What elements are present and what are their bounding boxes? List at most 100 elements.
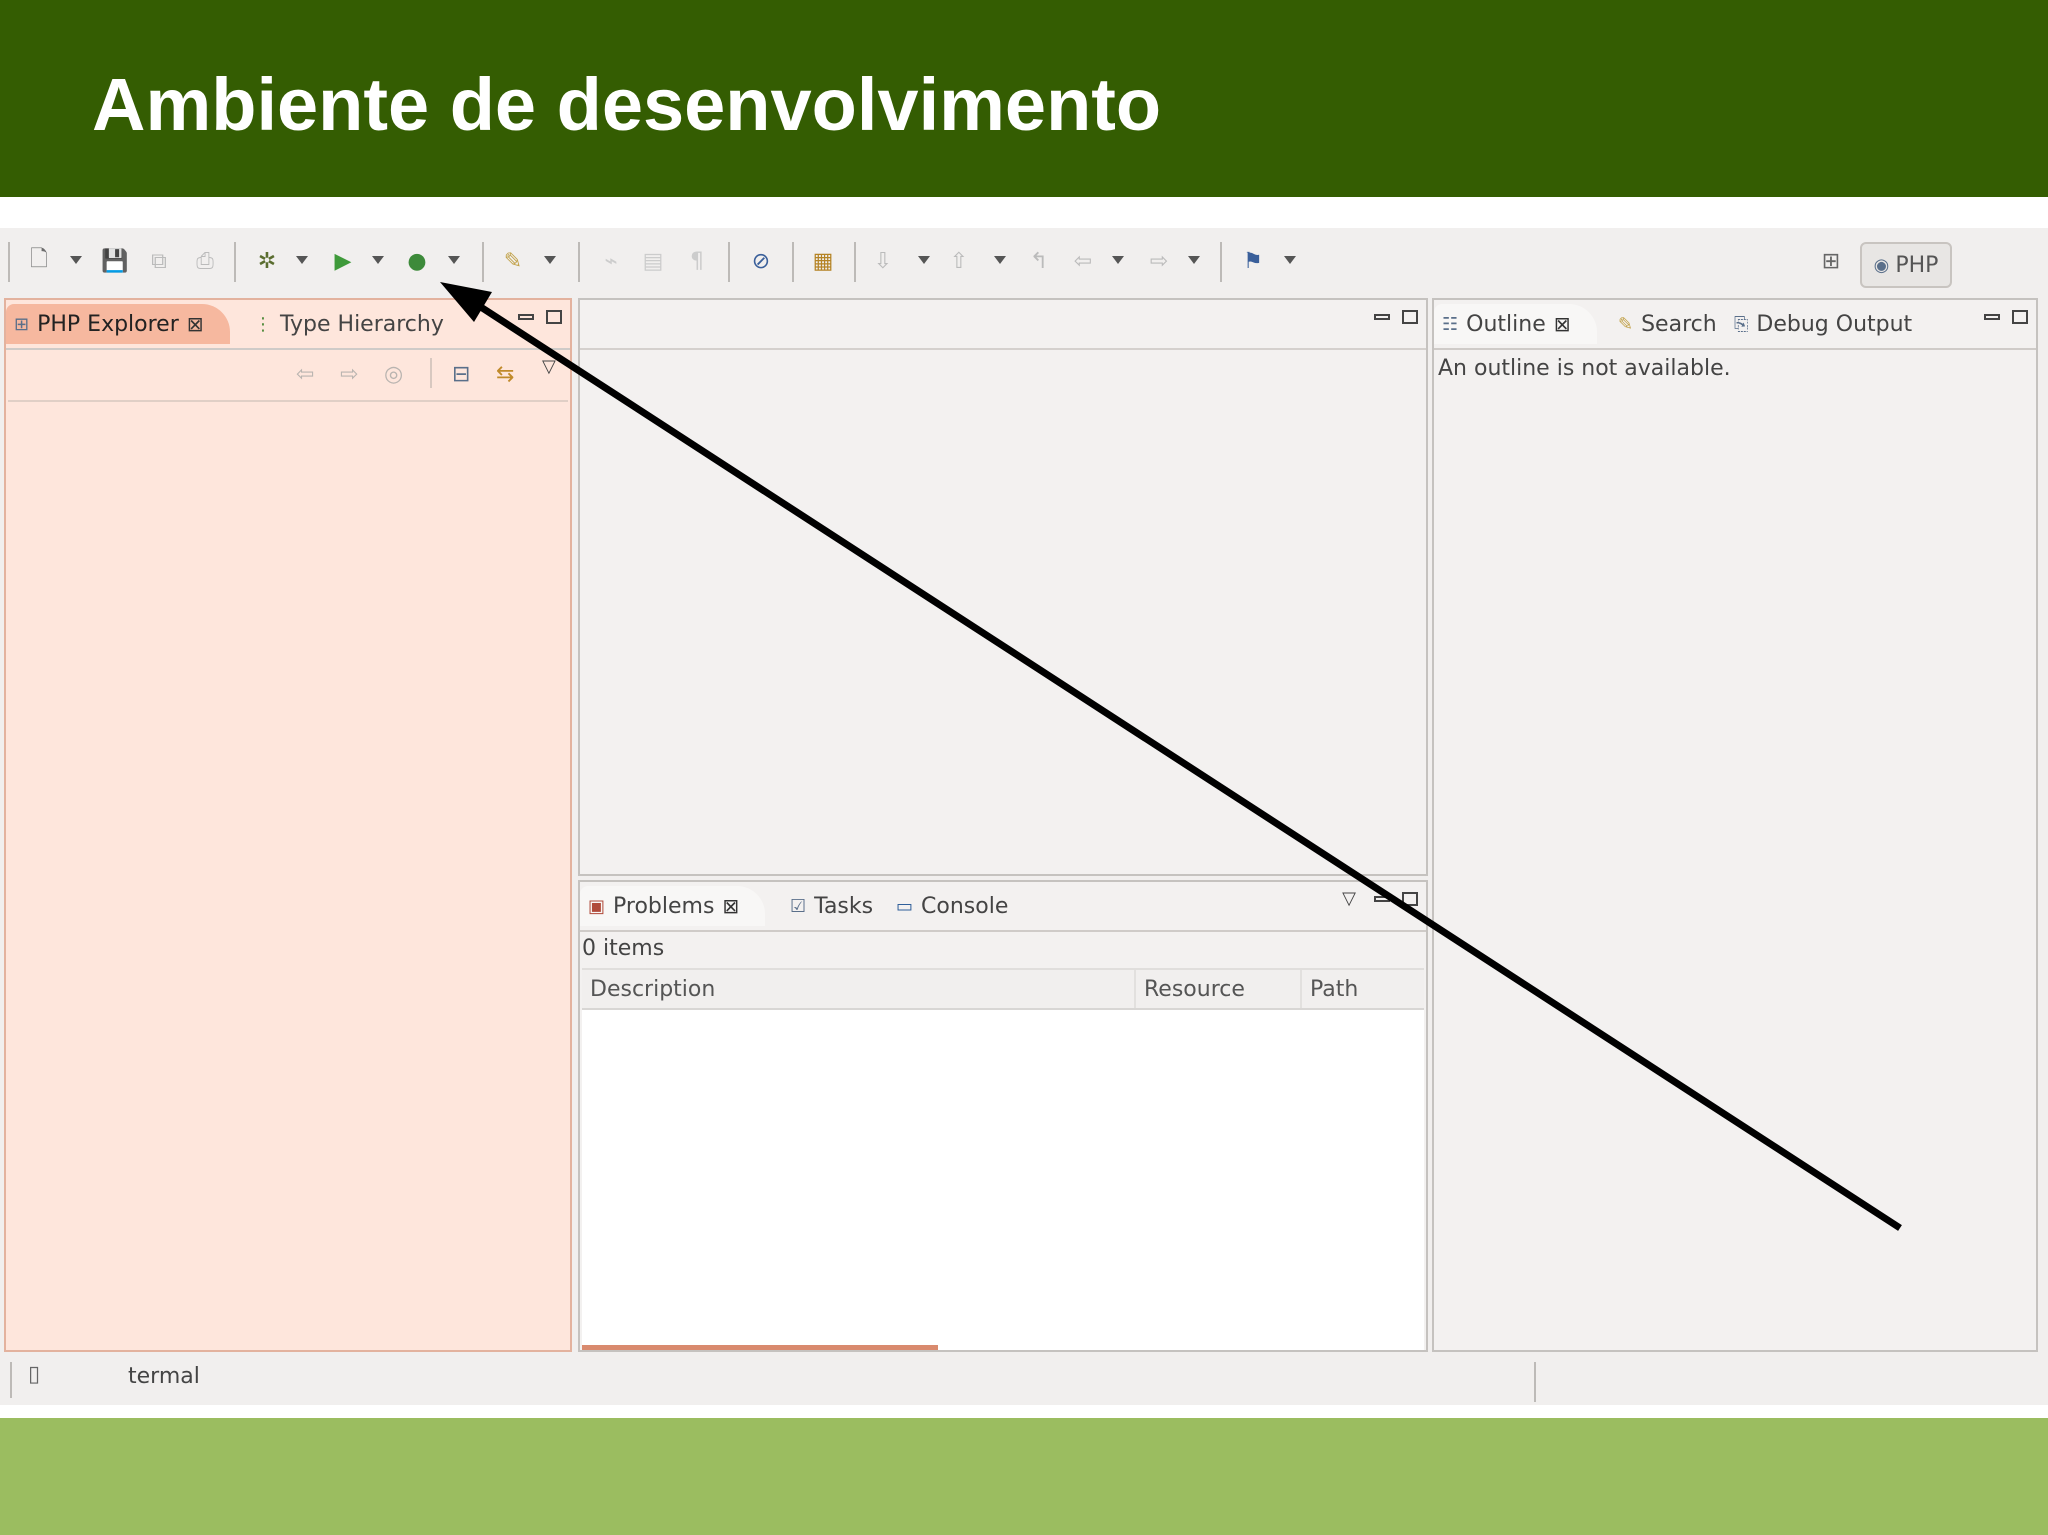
perspective-label: PHP: [1895, 252, 1939, 278]
chevron-down-icon[interactable]: [296, 256, 308, 264]
debug-icon[interactable]: ✲: [252, 246, 282, 276]
open-type-icon[interactable]: ✎: [498, 246, 528, 276]
maximize-icon[interactable]: [1402, 310, 1418, 324]
column-header-path[interactable]: Path: [1302, 970, 1426, 1008]
fast-view-icon[interactable]: ▯: [28, 1362, 40, 1387]
back-icon[interactable]: ⇦: [296, 362, 314, 387]
tab-label: Console: [921, 893, 1009, 919]
explorer-subtoolbar: ⇦ ⇨ ◎ ⊟ ⇆ ▽: [8, 348, 568, 402]
outline-panel: ☷ Outline ⊠ ✎ Search ⎘ Debug Output An o…: [1432, 298, 2038, 1352]
tab-outline[interactable]: ☷ Outline ⊠: [1434, 304, 1597, 344]
up-icon[interactable]: ◎: [384, 362, 403, 387]
save-all-icon[interactable]: ⧉: [144, 246, 174, 276]
link-editor-icon[interactable]: ⇆: [496, 362, 514, 387]
chevron-down-icon[interactable]: [70, 256, 82, 264]
tab-label: Type Hierarchy: [280, 311, 444, 337]
tab-type-hierarchy[interactable]: ⋮ Type Hierarchy: [254, 304, 444, 344]
save-icon[interactable]: 💾: [100, 246, 130, 276]
minimize-icon[interactable]: [1374, 896, 1390, 902]
slide-title: Ambiente de desenvolvimento: [92, 63, 1162, 146]
toggle-mark-icon[interactable]: ⌁: [596, 246, 626, 276]
status-bar: ▯ termal: [0, 1356, 2048, 1402]
open-perspective-icon[interactable]: ⊞: [1816, 246, 1846, 276]
tab-label: Tasks: [814, 893, 874, 919]
forward-icon[interactable]: ⇨: [340, 362, 358, 387]
chevron-down-icon[interactable]: [1112, 256, 1124, 264]
pilcrow-icon[interactable]: ¶: [682, 246, 712, 276]
collapse-all-icon[interactable]: ⊟: [452, 362, 470, 387]
editor-area: [578, 298, 1428, 876]
status-separator: [10, 1362, 12, 1398]
view-menu-icon[interactable]: ▽: [1342, 888, 1356, 909]
new-file-icon[interactable]: 🗋: [24, 246, 54, 276]
tab-label: Debug Output: [1756, 311, 1913, 337]
maximize-icon[interactable]: [2012, 310, 2028, 324]
chevron-down-icon[interactable]: [372, 256, 384, 264]
tab-php-explorer[interactable]: ⊞ PHP Explorer ⊠: [6, 304, 230, 344]
slide-footer-bar: [0, 1418, 2048, 1535]
run-icon[interactable]: ▶: [328, 246, 358, 276]
main-toolbar: 🗋 💾 ⧉ ⎙ ✲ ▶ ● ✎ ⌁ ▤ ¶ ⊘ ▦ ⇩ ⇧ ↰ ⇦ ⇨ ⚑ ⊞ …: [0, 228, 2048, 298]
tab-debug-output[interactable]: ⎘ Debug Output: [1734, 304, 1912, 344]
slide-title-bar: Ambiente de desenvolvimento: [0, 0, 2048, 197]
close-icon[interactable]: ⊠: [187, 312, 204, 336]
minimize-icon[interactable]: [1984, 314, 2000, 320]
print-icon[interactable]: ⎙: [190, 246, 220, 276]
close-icon[interactable]: ⊠: [722, 894, 739, 918]
package-icon: ⊞: [14, 313, 30, 335]
last-edit-icon[interactable]: ↰: [1024, 246, 1054, 276]
tab-search[interactable]: ✎ Search: [1618, 304, 1717, 344]
forward-icon[interactable]: ⇨: [1144, 246, 1174, 276]
tab-problems[interactable]: ▣ Problems ⊠: [580, 886, 766, 926]
problems-panel: ▣ Problems ⊠ ☑ Tasks ▭ Console ▽ 0 items…: [578, 880, 1428, 1352]
run-external-icon[interactable]: ●: [402, 246, 432, 276]
toolbar-separator: [1220, 242, 1222, 282]
toolbar-separator: [8, 242, 10, 282]
close-icon[interactable]: ⊠: [1554, 312, 1571, 336]
minimize-icon[interactable]: [1374, 314, 1390, 320]
column-header-resource[interactable]: Resource: [1136, 970, 1302, 1008]
chevron-down-icon[interactable]: [994, 256, 1006, 264]
minimize-icon[interactable]: [518, 314, 534, 320]
view-menu-icon[interactable]: ▽: [542, 356, 556, 377]
chevron-down-icon[interactable]: [448, 256, 460, 264]
next-annotation-icon[interactable]: ⇩: [868, 246, 898, 276]
chevron-down-icon[interactable]: [1188, 256, 1200, 264]
back-icon[interactable]: ⇦: [1068, 246, 1098, 276]
tab-console[interactable]: ▭ Console: [896, 886, 1008, 926]
maximize-icon[interactable]: [1402, 892, 1418, 906]
tasks-icon: ☑: [790, 895, 807, 917]
table-header: Description Resource Path: [582, 970, 1424, 1010]
tab-label: Problems: [613, 893, 715, 919]
maximize-icon[interactable]: [546, 310, 562, 324]
status-text: termal: [128, 1364, 200, 1389]
hierarchy-icon: ⋮: [254, 313, 272, 335]
skip-breakpoints-icon[interactable]: ⊘: [746, 246, 776, 276]
outline-tab-row: ☷ Outline ⊠ ✎ Search ⎘ Debug Output: [1434, 300, 2036, 350]
separator: [430, 358, 432, 388]
problems-table: Description Resource Path: [582, 968, 1424, 1350]
column-header-description[interactable]: Description: [582, 970, 1136, 1008]
editor-tab-row: [580, 300, 1426, 350]
chevron-down-icon[interactable]: [918, 256, 930, 264]
tab-label: Outline: [1466, 311, 1546, 337]
ide-window: 🗋 💾 ⧉ ⎙ ✲ ▶ ● ✎ ⌁ ▤ ¶ ⊘ ▦ ⇩ ⇧ ↰ ⇦ ⇨ ⚑ ⊞ …: [0, 228, 2048, 1405]
toolbar-separator: [728, 242, 730, 282]
perspective-php-button[interactable]: ◉ PHP: [1860, 242, 1952, 288]
status-separator: [1534, 1362, 1536, 1402]
problems-count: 0 items: [582, 936, 665, 961]
tab-tasks[interactable]: ☑ Tasks: [790, 886, 873, 926]
tab-label: Search: [1641, 311, 1717, 337]
tab-label: PHP Explorer: [37, 311, 179, 337]
task-flag-icon[interactable]: ⚑: [1238, 246, 1268, 276]
block-icon[interactable]: ▤: [638, 246, 668, 276]
prev-annotation-icon[interactable]: ⇧: [944, 246, 974, 276]
horizontal-scrollbar[interactable]: [582, 1345, 938, 1350]
php-perspective-icon: ◉: [1873, 254, 1890, 276]
toolbar-separator: [854, 242, 856, 282]
problems-tab-row: ▣ Problems ⊠ ☑ Tasks ▭ Console ▽: [580, 882, 1426, 932]
chevron-down-icon[interactable]: [544, 256, 556, 264]
chevron-down-icon[interactable]: [1284, 256, 1296, 264]
build-icon[interactable]: ▦: [808, 246, 838, 276]
toolbar-separator: [234, 242, 236, 282]
